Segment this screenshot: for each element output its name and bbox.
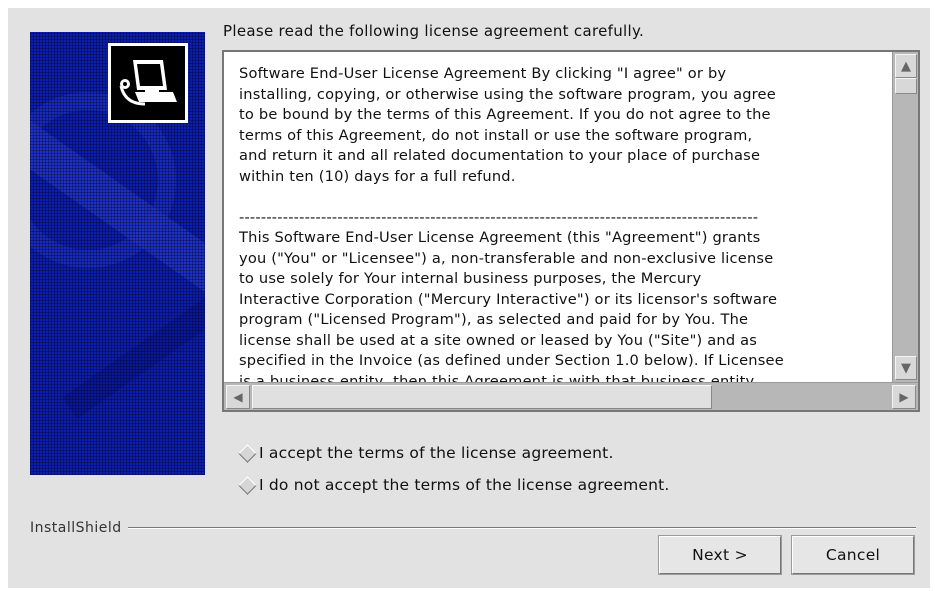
radio-diamond-icon[interactable] (238, 475, 257, 495)
horizontal-scrollbar[interactable]: ◀ ▶ (224, 382, 918, 410)
cancel-button[interactable]: Cancel (791, 535, 915, 575)
installer-dialog: Please read the following license agreem… (8, 8, 930, 588)
arrow-down-icon[interactable]: ▼ (895, 356, 917, 380)
side-banner (30, 32, 205, 475)
decline-option[interactable]: I do not accept the terms of the license… (236, 475, 670, 495)
license-textbox[interactable]: Software End-User License Agreement By c… (222, 50, 920, 412)
arrow-right-icon[interactable]: ▶ (892, 385, 916, 409)
arrow-up-icon[interactable]: ▲ (895, 54, 917, 78)
accept-label[interactable]: I accept the terms of the license agreem… (259, 444, 614, 462)
instruction-label: Please read the following license agreem… (223, 22, 645, 40)
next-button[interactable]: Next > (658, 535, 782, 575)
divider-line (127, 527, 916, 529)
brand-divider: InstallShield (30, 520, 916, 536)
license-text[interactable]: Software End-User License Agreement By c… (224, 52, 892, 382)
radio-diamond-icon[interactable] (238, 443, 257, 463)
vertical-scroll-thumb[interactable] (895, 78, 917, 94)
brand-label: InstallShield (30, 520, 122, 536)
horizontal-scroll-thumb[interactable] (252, 385, 712, 409)
computer-install-icon (108, 43, 188, 123)
decline-label[interactable]: I do not accept the terms of the license… (259, 476, 670, 494)
arrow-left-icon[interactable]: ◀ (226, 385, 250, 409)
vertical-scrollbar[interactable]: ▲ ▼ (892, 52, 918, 382)
accept-option[interactable]: I accept the terms of the license agreem… (236, 443, 614, 463)
